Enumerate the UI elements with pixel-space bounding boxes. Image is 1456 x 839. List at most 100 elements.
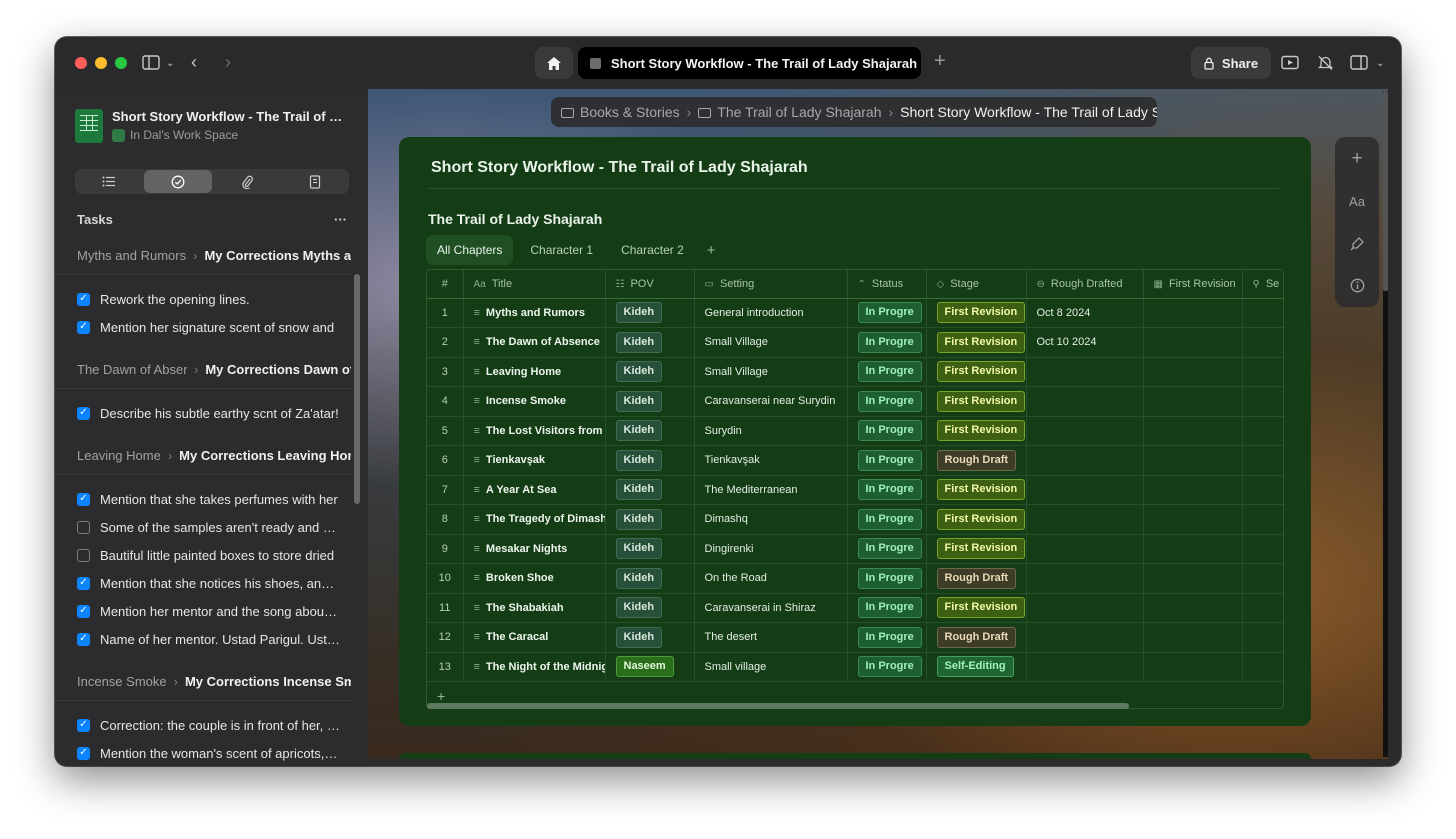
- cell-first-revision[interactable]: [1143, 652, 1243, 682]
- chevron-down-icon[interactable]: ⌄: [166, 56, 174, 72]
- table-name[interactable]: The Trail of Lady Shajarah: [428, 211, 602, 227]
- column-header-first-revision[interactable]: ▦ First Revision: [1143, 270, 1243, 299]
- cell-stage[interactable]: First Revision: [926, 327, 1027, 358]
- cell-rough-drafted[interactable]: [1026, 563, 1144, 594]
- cell-rough-drafted[interactable]: [1026, 357, 1144, 387]
- task-item[interactable]: ✓ Describe his subtle earthy scnt of Za'a…: [55, 399, 351, 427]
- table-row[interactable]: 10 ≡ Broken Shoe Kideh On the Road In Progre R…: [427, 563, 1283, 594]
- cell-status[interactable]: In Progre: [847, 652, 927, 682]
- cell-next[interactable]: [1242, 622, 1283, 653]
- cell-stage[interactable]: Rough Draft: [926, 622, 1027, 653]
- more-options-icon[interactable]: ···: [334, 212, 347, 227]
- cell-pov[interactable]: Kideh: [605, 386, 695, 417]
- table-horizontal-scrollbar[interactable]: [427, 703, 1129, 709]
- cell-title[interactable]: ≡ Leaving Home: [463, 357, 606, 387]
- cell-first-revision[interactable]: [1143, 504, 1243, 535]
- column-header-title[interactable]: Aa Title: [463, 270, 606, 299]
- cell-first-revision[interactable]: [1143, 386, 1243, 417]
- cell-rough-drafted[interactable]: [1026, 534, 1144, 564]
- task-item[interactable]: ✓ Mention that she takes perfumes with he…: [55, 485, 351, 513]
- task-checkbox[interactable]: ✓: [77, 492, 90, 506]
- cell-status[interactable]: In Progre: [847, 386, 927, 417]
- cell-setting[interactable]: General introduction: [694, 298, 848, 328]
- cell-first-revision[interactable]: [1143, 534, 1243, 564]
- cell-next[interactable]: [1242, 475, 1283, 505]
- close-window-button[interactable]: [75, 57, 87, 69]
- active-tab[interactable]: Short Story Workflow - The Trail of Lady…: [578, 47, 921, 79]
- cell-stage[interactable]: Rough Draft: [926, 563, 1027, 594]
- cell-title[interactable]: ≡ The Lost Visitors from: [463, 416, 606, 446]
- cell-pov[interactable]: Kideh: [605, 298, 695, 328]
- cell-setting[interactable]: Dingirenki: [694, 534, 848, 564]
- tab-close-icon[interactable]: [590, 57, 601, 69]
- cell-first-revision[interactable]: [1143, 622, 1243, 653]
- cell-stage[interactable]: First Revision: [926, 298, 1027, 328]
- table-row[interactable]: 5 ≡ The Lost Visitors from Kideh Surydin In P…: [427, 416, 1283, 446]
- cell-stage[interactable]: First Revision: [926, 357, 1027, 387]
- cell-first-revision[interactable]: [1143, 416, 1243, 446]
- task-checkbox[interactable]: ✓: [77, 632, 90, 646]
- canvas-scrollbar[interactable]: [1383, 91, 1388, 757]
- text-format-icon[interactable]: Aa: [1349, 189, 1365, 213]
- table-row[interactable]: 8 ≡ The Tragedy of Dimashq Kideh Dimashq In P…: [427, 504, 1283, 535]
- cell-first-revision[interactable]: [1143, 445, 1243, 476]
- task-checkbox[interactable]: ✓: [77, 292, 90, 306]
- row-expand-icon[interactable]: ≡: [474, 307, 480, 319]
- view-tab[interactable]: Character 1: [519, 235, 604, 265]
- cell-status[interactable]: In Progre: [847, 593, 927, 623]
- cell-setting[interactable]: Small Village: [694, 357, 848, 387]
- cell-status[interactable]: In Progre: [847, 622, 927, 653]
- cell-pov[interactable]: Kideh: [605, 563, 695, 594]
- cell-stage[interactable]: Self-Editing: [926, 652, 1027, 682]
- cell-pov[interactable]: Kideh: [605, 327, 695, 358]
- cell-rough-drafted[interactable]: [1026, 593, 1144, 623]
- cell-title[interactable]: ≡The Night of the Midnight: [463, 652, 606, 682]
- column-header-status[interactable]: ⌃ Status: [847, 270, 927, 299]
- cell-pov[interactable]: Kideh: [605, 504, 695, 535]
- outline-tab[interactable]: [75, 169, 143, 194]
- task-item[interactable]: ✓ Mention the woman's scent of apricots, …: [55, 739, 351, 766]
- task-item[interactable]: Some of the samples aren't ready and she: [55, 513, 351, 541]
- cell-next[interactable]: [1242, 298, 1283, 328]
- cell-next[interactable]: [1242, 327, 1283, 358]
- cell-title[interactable]: ≡ Incense Smoke: [463, 386, 606, 417]
- cell-title[interactable]: ≡ Mesakar Nights: [463, 534, 606, 564]
- row-expand-icon[interactable]: ≡: [474, 366, 480, 378]
- cell-title[interactable]: ≡ Broken Shoe: [463, 563, 606, 594]
- cell-pov[interactable]: Kideh: [605, 534, 695, 564]
- table-row[interactable]: 7 ≡ A Year At Sea Kideh The Mediterranean In …: [427, 475, 1283, 505]
- cell-next[interactable]: [1242, 357, 1283, 387]
- table-row[interactable]: 6 ≡ Tienkavşak Kideh Tienkavşak In Progre Roug…: [427, 445, 1283, 476]
- cell-title[interactable]: ≡ The Shabakiah: [463, 593, 606, 623]
- cell-rough-drafted[interactable]: [1026, 475, 1144, 505]
- cell-status[interactable]: In Progre: [847, 504, 927, 535]
- cell-title[interactable]: ≡ The Tragedy of Dimashq: [463, 504, 606, 535]
- cell-setting[interactable]: Small village: [694, 652, 848, 682]
- task-group-header[interactable]: Leaving Home › My Corrections Leaving Home: [55, 437, 351, 475]
- column-header-stage[interactable]: ◇ Stage: [926, 270, 1027, 299]
- column-header-pov[interactable]: ☷ POV: [605, 270, 695, 299]
- chevron-down-icon[interactable]: ⌄: [1376, 56, 1384, 72]
- cell-setting[interactable]: The desert: [694, 622, 848, 653]
- cell-status[interactable]: In Progre: [847, 298, 927, 328]
- row-expand-icon[interactable]: ≡: [474, 602, 480, 614]
- task-checkbox[interactable]: ✓: [77, 576, 90, 590]
- home-button[interactable]: [535, 47, 573, 79]
- cell-setting[interactable]: Caravanserai near Surydin: [694, 386, 848, 417]
- task-item[interactable]: ✓ Name of her mentor. Ustad Parigul. Usta…: [55, 625, 351, 653]
- cell-setting[interactable]: On the Road: [694, 563, 848, 594]
- column-header-rough-drafted[interactable]: ⊖ Rough Drafted: [1026, 270, 1144, 299]
- row-expand-icon[interactable]: ≡: [474, 631, 480, 643]
- task-item[interactable]: ✓ Rework the opening lines.: [55, 285, 351, 313]
- cell-stage[interactable]: Rough Draft: [926, 445, 1027, 476]
- add-row-icon[interactable]: +: [437, 688, 445, 704]
- cell-first-revision[interactable]: [1143, 327, 1243, 358]
- minimize-window-button[interactable]: [95, 57, 107, 69]
- task-checkbox[interactable]: [77, 548, 90, 562]
- cell-pov[interactable]: Kideh: [605, 416, 695, 446]
- cell-stage[interactable]: First Revision: [926, 416, 1027, 446]
- cell-rough-drafted[interactable]: [1026, 622, 1144, 653]
- back-icon[interactable]: ‹: [191, 53, 197, 71]
- cell-status[interactable]: In Progre: [847, 534, 927, 564]
- cell-setting[interactable]: The Mediterranean: [694, 475, 848, 505]
